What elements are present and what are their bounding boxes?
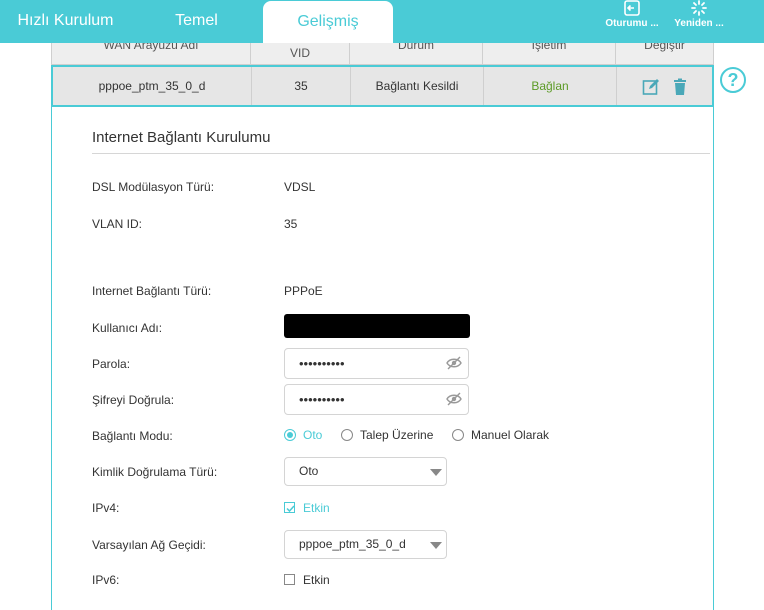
trash-icon[interactable] <box>671 78 689 96</box>
connection-type-value: PPPoE <box>284 284 323 298</box>
vlan-value: 35 <box>284 217 298 231</box>
ipv4-enable-label: Etkin <box>303 501 330 515</box>
hide-confirm-password-icon[interactable] <box>446 392 462 406</box>
panel-divider <box>92 153 710 154</box>
reboot-label: Yeniden ... <box>674 18 724 29</box>
ipv4-label: IPv4: <box>92 501 120 515</box>
edit-icon[interactable] <box>642 78 660 96</box>
help-icon[interactable]: ? <box>720 67 746 93</box>
password-input[interactable]: •••••••••• <box>284 348 469 379</box>
ipv6-label: IPv6: <box>92 573 120 587</box>
confirm-password-label: Şifreyi Doğrula: <box>92 393 175 407</box>
connection-type-label: Internet Bağlantı Türü: <box>92 284 212 298</box>
panel-title: Internet Bağlantı Kurulumu <box>92 129 271 146</box>
username-label: Kullanıcı Adı: <box>92 321 163 335</box>
default-gateway-label: Varsayılan Ağ Geçidi: <box>92 538 206 552</box>
username-input[interactable] <box>284 314 470 338</box>
table-row[interactable]: pppoe_ptm_35_0_d 35 Bağlantı Kesildi Bağ… <box>51 65 714 107</box>
table-header: WAN Arayüzü Adı VID Durum İşletim Değişt… <box>51 43 714 65</box>
reboot-icon <box>668 0 730 18</box>
mode-manual-label: Manuel Olarak <box>471 428 550 442</box>
dsl-label: DSL Modülasyon Türü: <box>92 180 215 194</box>
row-wan-name: pppoe_ptm_35_0_d <box>53 67 252 105</box>
password-label: Parola: <box>92 357 131 371</box>
confirm-password-value: •••••••••• <box>299 392 345 407</box>
ipv6-enable-label: Etkin <box>303 573 330 587</box>
confirm-password-input[interactable]: •••••••••• <box>284 384 469 415</box>
mode-auto-radio-dot <box>284 429 296 441</box>
tab-basic[interactable]: Temel <box>131 0 262 43</box>
logout-button[interactable]: Oturumu ... <box>601 0 663 43</box>
logout-icon <box>601 0 663 18</box>
header-vid: VID <box>251 43 350 64</box>
header-modify-text: Değiştir <box>644 43 685 52</box>
password-value: •••••••••• <box>299 356 345 371</box>
reboot-button[interactable]: Yeniden ... <box>668 0 730 43</box>
connect-button[interactable]: Bağlan <box>531 79 568 93</box>
header-wan-name-text: WAN Arayüzü Adı <box>103 43 199 52</box>
header-wan-name: WAN Arayüzü Adı <box>52 43 251 64</box>
chevron-down-icon <box>430 469 442 476</box>
hide-password-icon[interactable] <box>446 356 462 370</box>
row-vid: 35 <box>252 67 351 105</box>
mode-on-demand-radio-dot <box>341 429 353 441</box>
chevron-down-icon <box>430 542 442 549</box>
header-operation-text: İşletim <box>531 43 567 52</box>
dsl-value: VDSL <box>284 180 316 194</box>
mode-auto-label: Oto <box>303 428 323 442</box>
top-nav-bar: Hızlı Kurulum Temel Gelişmiş Oturumu ... <box>0 0 764 43</box>
header-vid-text: VID <box>289 46 310 60</box>
tab-quick-setup[interactable]: Hızlı Kurulum <box>0 0 131 43</box>
connection-mode-label: Bağlantı Modu: <box>92 429 173 443</box>
internet-settings-panel: Internet Bağlantı Kurulumu DSL Modülasyo… <box>51 107 714 610</box>
header-status-text: Durum <box>397 43 434 52</box>
vlan-label: VLAN ID: <box>92 217 143 231</box>
checkbox-checked-icon <box>284 502 295 513</box>
mode-on-demand-label: Talep Üzerine <box>360 428 434 442</box>
tab-advanced[interactable]: Gelişmiş <box>263 1 393 43</box>
header-operation: İşletim <box>483 43 616 64</box>
logout-label: Oturumu ... <box>605 18 659 29</box>
header-modify: Değiştir <box>616 43 713 64</box>
mode-manual-radio-dot <box>452 429 464 441</box>
auth-type-select[interactable]: Oto <box>284 457 447 486</box>
wan-table: WAN Arayüzü Adı VID Durum İşletim Değişt… <box>51 43 714 107</box>
row-status: Bağlantı Kesildi <box>351 67 484 105</box>
default-gateway-value: pppoe_ptm_35_0_d <box>299 537 406 551</box>
header-status: Durum <box>350 43 483 64</box>
auth-type-value: Oto <box>299 464 319 478</box>
checkbox-unchecked-icon <box>284 574 295 585</box>
default-gateway-select[interactable]: pppoe_ptm_35_0_d <box>284 530 447 559</box>
row-operation: Bağlan <box>484 67 617 105</box>
auth-type-label: Kimlik Doğrulama Türü: <box>92 465 218 479</box>
row-modify <box>617 67 714 105</box>
